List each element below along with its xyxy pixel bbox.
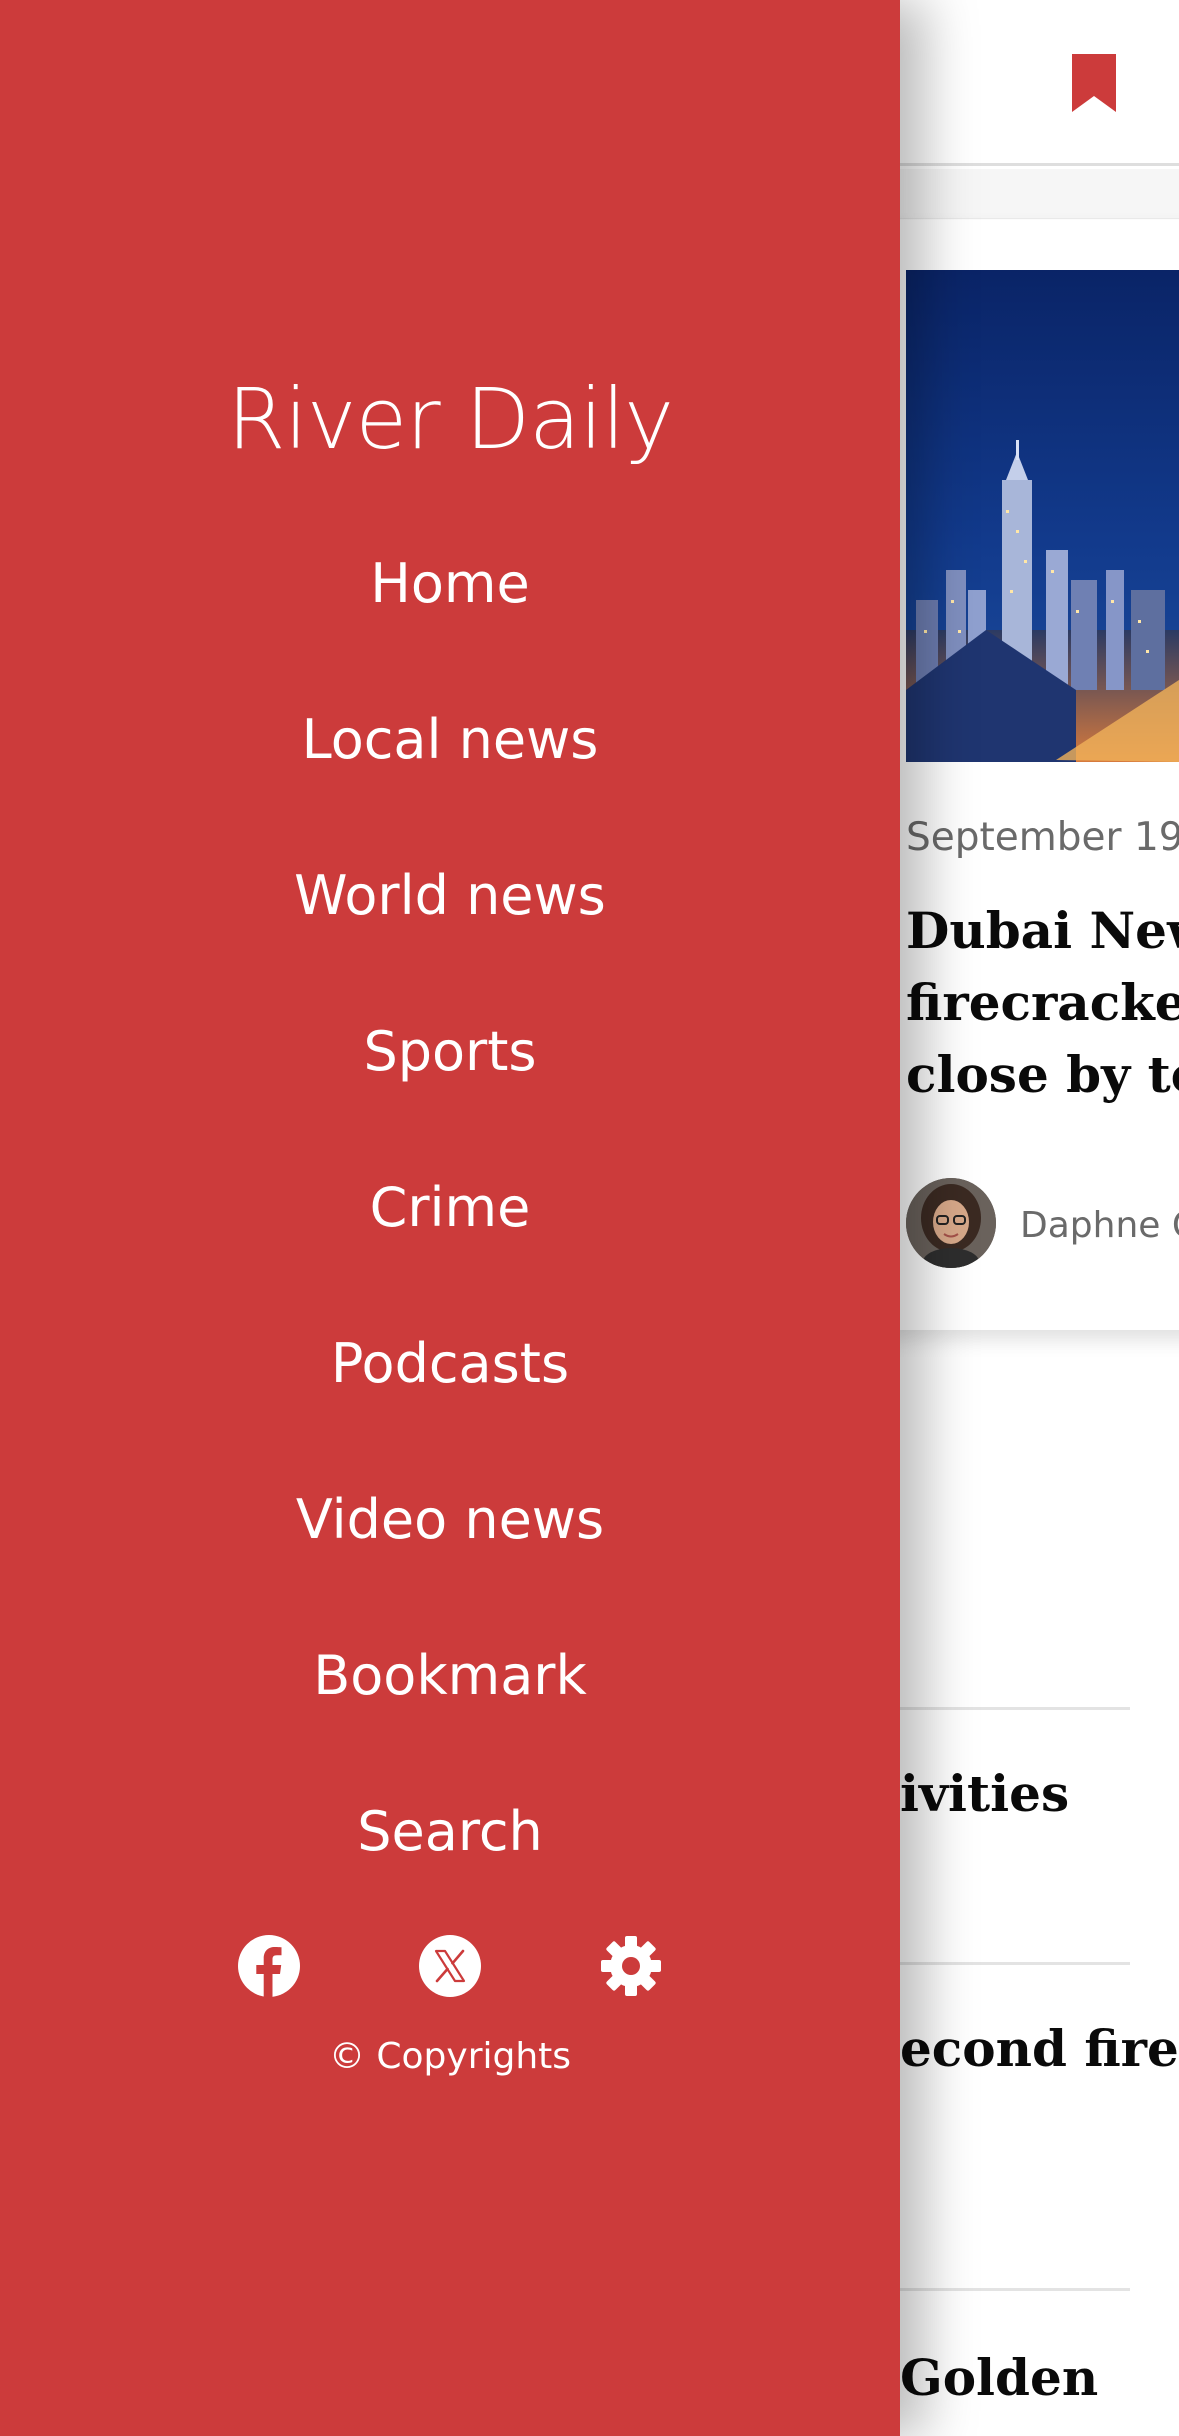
list-divider [880,1707,1130,1710]
menu-item-video-news[interactable]: Video news [0,1488,900,1551]
list-item-title[interactable]: Golden [900,2348,1098,2407]
brand-title: River Daily [227,370,674,468]
list-item-title[interactable]: ivities [900,1764,1069,1823]
list-divider [880,2288,1130,2291]
menu-item-crime[interactable]: Crime [0,1176,900,1239]
menu-item-search[interactable]: Search [0,1800,900,1863]
article-title-line: close by tow [906,1045,1179,1104]
menu-item-home[interactable]: Home [0,552,900,615]
list-item-title[interactable]: econd fire [900,2019,1179,2078]
article-author: Daphne C [1020,1205,1179,1246]
author-avatar [906,1178,996,1268]
menu-item-world-news[interactable]: World news [0,864,900,927]
menu-item-sports[interactable]: Sports [0,1020,900,1083]
list-divider [880,1962,1130,1965]
facebook-icon[interactable] [237,1934,301,1998]
article-title-line: firecracker [906,973,1179,1032]
menu-item-local-news[interactable]: Local news [0,708,900,771]
article-title-line: Dubai New [906,901,1179,960]
article-title[interactable]: Dubai New firecracker close by tow [906,895,1179,1111]
x-icon[interactable] [418,1934,482,1998]
article-date: September 19 [906,815,1179,860]
bookmark-icon[interactable] [1068,52,1120,114]
menu-item-podcasts[interactable]: Podcasts [0,1332,900,1395]
gear-icon[interactable] [599,1934,663,1998]
featured-article-image[interactable] [906,270,1179,762]
navigation-drawer: River Daily Home Local news World news S… [0,0,900,2436]
copyright-text: © Copyrights [328,2036,572,2077]
menu-item-bookmark[interactable]: Bookmark [0,1644,900,1707]
